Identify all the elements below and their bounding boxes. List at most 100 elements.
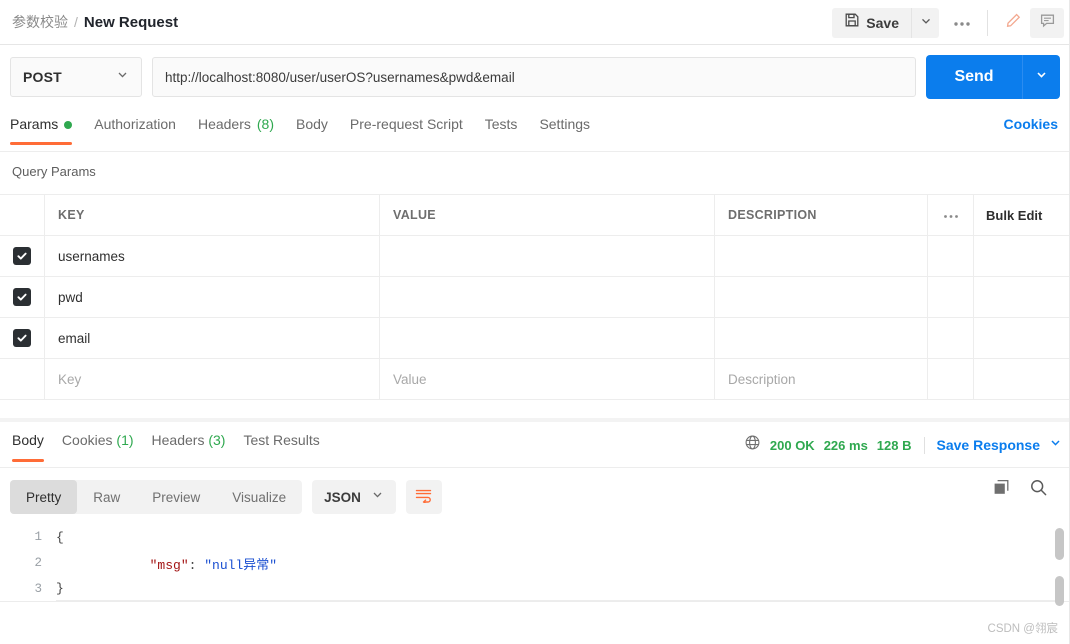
- tab-settings[interactable]: Settings: [539, 112, 604, 150]
- save-button[interactable]: Save: [832, 7, 911, 38]
- tab-tests[interactable]: Tests: [485, 112, 532, 150]
- response-body-code[interactable]: 1 { 2 "msg": "null异常" 3 }: [0, 524, 1070, 622]
- code-line: 2 "msg": "null异常": [0, 550, 1070, 576]
- param-key[interactable]: usernames: [58, 249, 125, 264]
- param-key[interactable]: email: [58, 331, 90, 346]
- bulk-edit-button[interactable]: Bulk Edit: [986, 208, 1042, 223]
- floppy-disk-icon: [844, 12, 860, 33]
- view-mode-pretty[interactable]: Pretty: [10, 480, 78, 514]
- response-status-bar: 200 OK 226 ms 128 B Save Response: [744, 434, 1062, 456]
- response-tab-test-results[interactable]: Test Results: [237, 430, 331, 466]
- query-params-title: Query Params: [12, 164, 96, 179]
- more-actions-button[interactable]: [945, 8, 979, 38]
- chevron-down-icon: [1035, 68, 1048, 86]
- search-icon[interactable]: [1029, 478, 1048, 502]
- tab-authorization[interactable]: Authorization: [94, 112, 190, 150]
- row-spacer-cell: [928, 317, 974, 359]
- active-tab-underline: [10, 142, 73, 145]
- breadcrumb-request-name[interactable]: New Request: [84, 14, 178, 31]
- line-number: 1: [34, 530, 42, 544]
- response-tab-headers-count: (3): [208, 432, 226, 448]
- json-key: "msg": [118, 557, 189, 573]
- postman-request-window: 参数校验 / New Request Save POST http://loca…: [0, 0, 1070, 644]
- param-enabled-checkbox[interactable]: [13, 329, 31, 347]
- row-checkbox-cell: [0, 317, 45, 359]
- tab-headers[interactable]: Headers (8): [198, 112, 288, 150]
- view-mode-visualize[interactable]: Visualize: [216, 480, 302, 514]
- params-active-dot-icon: [64, 121, 73, 129]
- tab-params-label: Params: [10, 116, 59, 132]
- three-dots-icon: [953, 14, 971, 32]
- breadcrumb-separator: /: [74, 14, 78, 30]
- response-format-select[interactable]: JSON: [312, 480, 396, 514]
- copy-icon[interactable]: [992, 478, 1011, 502]
- query-params-table: KEY VALUE DESCRIPTION Bulk Edit username…: [0, 194, 1070, 400]
- table-row-empty[interactable]: Key Value Description: [0, 358, 1070, 400]
- table-row[interactable]: usernames: [0, 235, 1070, 277]
- tab-settings-label: Settings: [539, 116, 591, 132]
- table-row[interactable]: email: [0, 317, 1070, 359]
- breadcrumb-collection[interactable]: 参数校验: [12, 12, 68, 32]
- chevron-down-icon: [116, 68, 129, 86]
- tab-authorization-label: Authorization: [94, 116, 176, 132]
- line-number: 3: [34, 581, 42, 596]
- table-options-button[interactable]: [928, 194, 974, 236]
- tab-headers-count: (8): [256, 116, 274, 132]
- tab-params[interactable]: Params: [10, 112, 86, 150]
- tab-pre-request-script[interactable]: Pre-request Script: [350, 112, 477, 150]
- save-button-label: Save: [866, 14, 899, 31]
- status-divider: [923, 436, 925, 454]
- response-tab-body[interactable]: Body: [6, 430, 56, 466]
- cookies-link[interactable]: Cookies: [1004, 116, 1058, 132]
- row-end-cell: [974, 359, 1070, 400]
- send-button[interactable]: Send: [926, 55, 1022, 99]
- request-url-input[interactable]: http://localhost:8080/user/userOS?userna…: [152, 57, 916, 97]
- edit-request-button[interactable]: [996, 7, 1030, 38]
- http-method-select[interactable]: POST: [10, 57, 142, 97]
- word-wrap-toggle[interactable]: [405, 480, 442, 514]
- response-tab-cookies[interactable]: Cookies (1): [56, 430, 146, 466]
- row-checkbox-cell: [0, 276, 45, 318]
- row-checkbox-cell: [0, 358, 45, 400]
- header-checkbox-cell: [0, 194, 45, 236]
- param-enabled-checkbox[interactable]: [13, 288, 31, 306]
- save-dropdown-button[interactable]: [911, 7, 939, 38]
- chevron-down-icon: [920, 14, 932, 32]
- save-response-button[interactable]: Save Response: [937, 437, 1041, 453]
- watermark: CSDN @翎宸: [987, 623, 1058, 635]
- header-value: VALUE: [393, 208, 436, 222]
- comments-button[interactable]: [1030, 7, 1064, 38]
- view-mode-preview[interactable]: Preview: [136, 480, 216, 514]
- tab-body[interactable]: Body: [296, 112, 342, 150]
- param-key[interactable]: pwd: [58, 290, 83, 305]
- new-param-description-input[interactable]: Description: [728, 372, 796, 387]
- row-checkbox-cell: [0, 235, 45, 277]
- response-divider: [0, 418, 1070, 422]
- row-end-cell: [974, 236, 1070, 277]
- send-dropdown-button[interactable]: [1022, 55, 1060, 99]
- tab-pre-request-script-label: Pre-request Script: [349, 116, 463, 132]
- request-tabs: Params Authorization Headers (8) Body Pr…: [0, 112, 1070, 152]
- response-toolbar-actions: [992, 478, 1048, 502]
- line-number: 2: [34, 556, 42, 570]
- top-bar: 参数校验 / New Request Save: [0, 0, 1070, 45]
- response-status-code: 200 OK: [769, 437, 815, 453]
- send-button-group: Send: [926, 55, 1060, 99]
- param-enabled-checkbox[interactable]: [13, 247, 31, 265]
- scrollbar-thumb[interactable]: [1055, 576, 1064, 606]
- new-param-value-input[interactable]: Value: [393, 372, 427, 387]
- request-url-row: POST http://localhost:8080/user/userOS?u…: [0, 46, 1070, 108]
- globe-icon[interactable]: [744, 434, 761, 456]
- row-spacer-cell: [928, 276, 974, 318]
- pencil-icon: [1005, 12, 1022, 34]
- chevron-down-icon[interactable]: [1049, 436, 1062, 454]
- header-key: KEY: [58, 208, 85, 222]
- table-row[interactable]: pwd: [0, 276, 1070, 318]
- new-param-key-input[interactable]: Key: [58, 372, 81, 387]
- view-mode-raw[interactable]: Raw: [77, 480, 136, 514]
- scrollbar-thumb[interactable]: [1055, 528, 1064, 560]
- response-tab-headers[interactable]: Headers (3): [146, 430, 238, 466]
- three-dots-icon: [943, 206, 959, 224]
- response-body-scrollbar[interactable]: [1055, 524, 1064, 616]
- json-string-value: "null异常": [204, 557, 278, 573]
